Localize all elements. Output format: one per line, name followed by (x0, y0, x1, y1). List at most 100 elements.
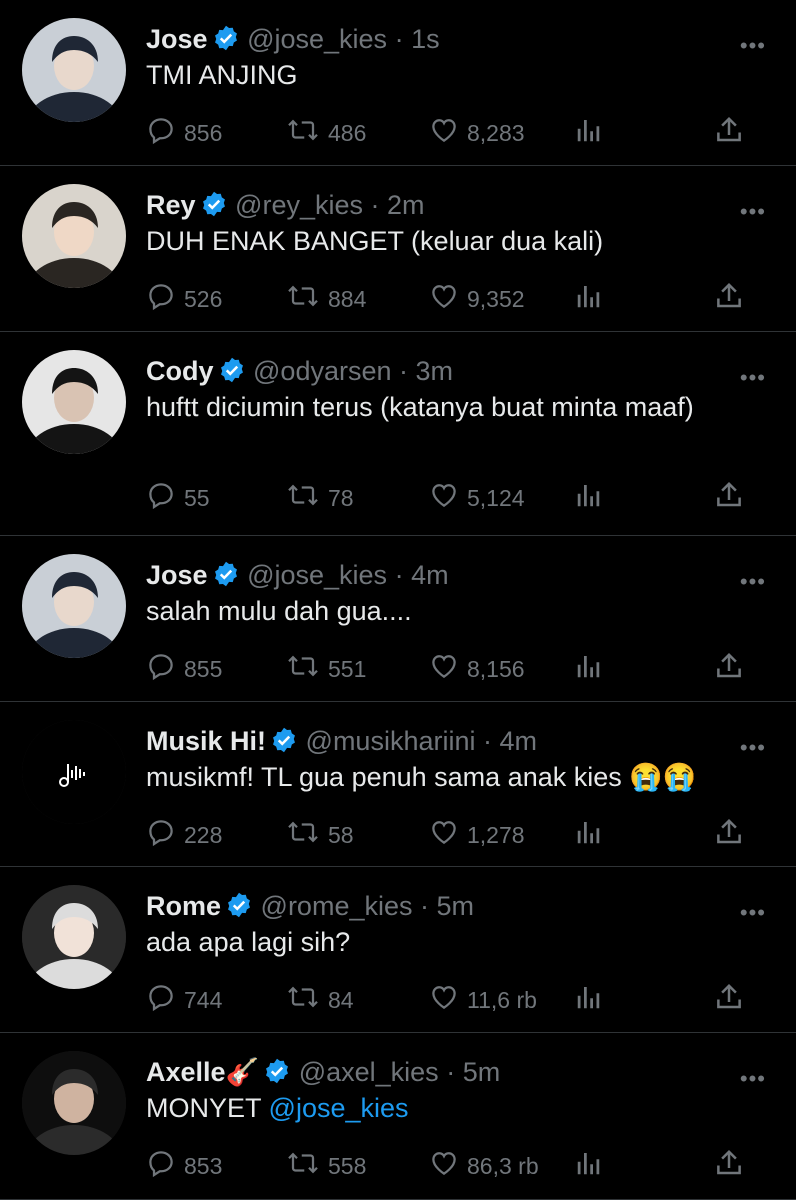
retweet-button[interactable]: 551 (286, 652, 366, 686)
tweet-body: ada apa lagi sih? (146, 927, 351, 957)
verified-badge-icon (212, 560, 240, 596)
share-button[interactable] (714, 983, 752, 1017)
reply-count: 853 (184, 1152, 223, 1179)
tweet[interactable]: Rey @rey_kies · 2m ••• DUH ENAK BANGET (ke… (0, 166, 796, 332)
handle[interactable]: @rome_kies (261, 891, 413, 921)
reply-count: 228 (184, 821, 223, 848)
tweet-actions: 744 84 11,6 rb (146, 983, 766, 1017)
retweet-button[interactable]: 884 (286, 282, 366, 316)
handle[interactable]: @rey_kies (235, 190, 363, 220)
reply-button[interactable]: 526 (146, 282, 222, 316)
retweet-button[interactable]: 78 (286, 481, 354, 515)
avatar[interactable] (22, 720, 126, 824)
display-name[interactable]: Axelle (146, 1057, 226, 1087)
timestamp[interactable]: 5m (437, 891, 475, 921)
handle[interactable]: @odyarsen (253, 356, 391, 386)
like-button[interactable]: 8,156 (429, 652, 525, 686)
more-options-icon[interactable]: ••• (740, 571, 766, 593)
retweet-button[interactable]: 84 (286, 983, 354, 1017)
reply-button[interactable]: 744 (146, 983, 222, 1017)
avatar[interactable] (22, 184, 126, 288)
timestamp[interactable]: 1s (411, 24, 440, 54)
retweet-button[interactable]: 558 (286, 1149, 366, 1183)
separator: · (394, 24, 404, 54)
tweet[interactable]: Jose @jose_kies · 1s ••• TMI ANJING 856 486 8… (0, 0, 796, 166)
avatar[interactable] (22, 554, 126, 658)
tweet-actions: 526 884 9,352 (146, 282, 766, 316)
views-button[interactable] (574, 481, 612, 515)
tweet-text: TMI ANJING (146, 58, 776, 92)
display-name[interactable]: Musik Hi! (146, 726, 266, 756)
views-button[interactable] (574, 983, 612, 1017)
share-icon (714, 1148, 752, 1184)
tweet-text: musikmf! TL gua penuh sama anak kies 😭😭 (146, 760, 776, 794)
tweet[interactable]: Jose @jose_kies · 4m ••• salah mulu dah gu… (0, 536, 796, 702)
views-button[interactable] (574, 116, 612, 150)
display-name[interactable]: Jose (146, 560, 208, 590)
retweet-count: 58 (328, 821, 354, 848)
timestamp[interactable]: 4m (411, 560, 449, 590)
more-options-icon[interactable]: ••• (740, 902, 766, 924)
tweet-header: Axelle🎸 @axel_kies · 5m (146, 1055, 500, 1093)
avatar[interactable] (22, 885, 126, 989)
tweet-text: huftt diciumin terus (katanya buat minta… (146, 390, 776, 424)
handle[interactable]: @jose_kies (247, 560, 387, 590)
tweet-body: TMI ANJING (146, 60, 298, 90)
views-button[interactable] (574, 1149, 612, 1183)
mention-link[interactable]: @jose_kies (269, 1093, 409, 1123)
reply-count: 744 (184, 986, 223, 1013)
verified-badge-icon (225, 891, 253, 927)
handle[interactable]: @musikhariini (306, 726, 476, 756)
tweet[interactable]: Rome @rome_kies · 5m ••• ada apa lagi sih?… (0, 867, 796, 1033)
like-count: 8,283 (467, 119, 525, 146)
display-name[interactable]: Jose (146, 24, 208, 54)
more-options-icon[interactable]: ••• (740, 201, 766, 223)
share-button[interactable] (714, 1149, 752, 1183)
tweet[interactable]: Musik Hi! @musikhariini · 4m ••• musikmf! … (0, 702, 796, 867)
views-button[interactable] (574, 652, 612, 686)
more-options-icon[interactable]: ••• (740, 367, 766, 389)
like-button[interactable]: 1,278 (429, 818, 525, 852)
reply-button[interactable]: 856 (146, 116, 222, 150)
timestamp[interactable]: 4m (500, 726, 538, 756)
more-options-icon[interactable]: ••• (740, 737, 766, 759)
like-button[interactable]: 5,124 (429, 481, 525, 515)
share-button[interactable] (714, 282, 752, 316)
share-button[interactable] (714, 652, 752, 686)
like-button[interactable]: 86,3 rb (429, 1149, 539, 1183)
like-button[interactable]: 8,283 (429, 116, 525, 150)
reply-button[interactable]: 853 (146, 1149, 222, 1183)
share-button[interactable] (714, 116, 752, 150)
separator: · (394, 560, 404, 590)
retweet-button[interactable]: 58 (286, 818, 354, 852)
tweet-actions: 855 551 8,156 (146, 652, 766, 686)
display-name[interactable]: Rey (146, 190, 196, 220)
share-button[interactable] (714, 818, 752, 852)
more-options-icon[interactable]: ••• (740, 35, 766, 57)
timestamp[interactable]: 3m (416, 356, 454, 386)
display-name[interactable]: Cody (146, 356, 214, 386)
like-button[interactable]: 11,6 rb (429, 983, 537, 1017)
reply-button[interactable]: 855 (146, 652, 222, 686)
handle[interactable]: @jose_kies (247, 24, 387, 54)
timestamp[interactable]: 5m (463, 1057, 501, 1087)
views-icon (574, 1148, 612, 1184)
views-button[interactable] (574, 282, 612, 316)
tweet[interactable]: Axelle🎸 @axel_kies · 5m ••• MONYET @jose_k… (0, 1033, 796, 1200)
reply-button[interactable]: 228 (146, 818, 222, 852)
like-button[interactable]: 9,352 (429, 282, 525, 316)
timestamp[interactable]: 2m (387, 190, 425, 220)
share-button[interactable] (714, 481, 752, 515)
retweet-button[interactable]: 486 (286, 116, 366, 150)
avatar[interactable] (22, 350, 126, 454)
tweet-body: musikmf! TL gua penuh sama anak kies (146, 762, 622, 792)
more-options-icon[interactable]: ••• (740, 1068, 766, 1090)
avatar[interactable] (22, 1051, 126, 1155)
handle[interactable]: @axel_kies (299, 1057, 439, 1087)
reply-button[interactable]: 55 (146, 481, 210, 515)
tweet-text: ada apa lagi sih? (146, 925, 776, 959)
tweet[interactable]: Cody @odyarsen · 3m ••• huftt diciumin ter… (0, 332, 796, 536)
views-button[interactable] (574, 818, 612, 852)
display-name[interactable]: Rome (146, 891, 221, 921)
avatar[interactable] (22, 18, 126, 122)
